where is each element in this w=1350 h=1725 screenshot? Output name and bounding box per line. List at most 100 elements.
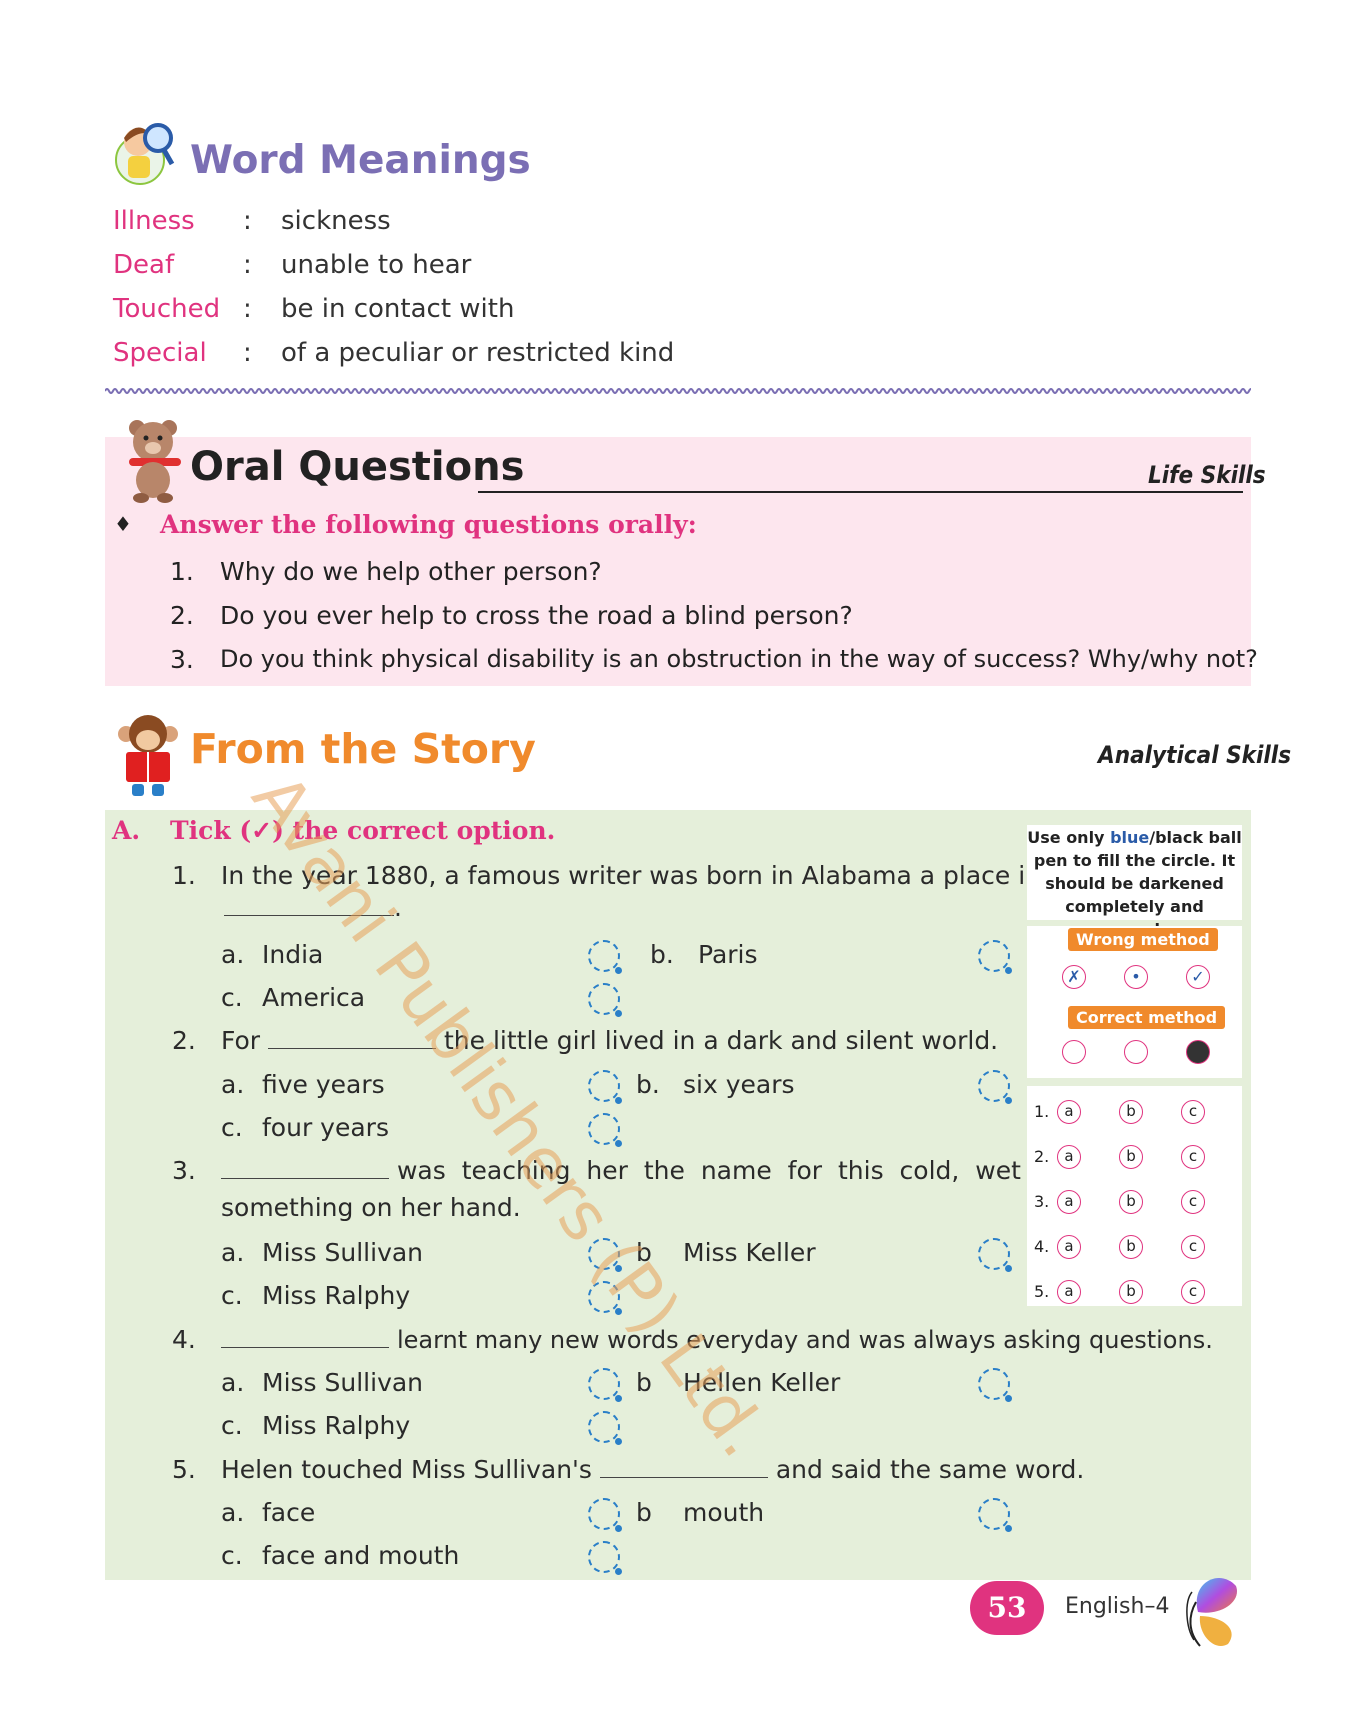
magnifier-kid-icon: [112, 112, 180, 188]
option-text: Miss Keller: [683, 1238, 816, 1267]
wavy-divider: [105, 388, 1251, 394]
word: Special: [113, 338, 207, 368]
answer-row-number: 4.: [1034, 1237, 1050, 1256]
option-label: b.: [650, 940, 674, 969]
analytical-skills-tag: Analytical Skills: [1098, 741, 1292, 769]
option-text: four years: [262, 1113, 389, 1142]
wrong-cross-mark: ✗: [1062, 965, 1086, 989]
question-text: Do you think physical disability is an o…: [220, 645, 1258, 673]
diamond-bullet-icon: ♦: [114, 512, 132, 536]
option-label: c.: [221, 983, 243, 1012]
note-blue-word: blue: [1110, 828, 1150, 847]
reading-monkey-icon: [112, 712, 184, 800]
answer-bubble[interactable]: a: [1057, 1190, 1081, 1214]
option-label: b: [636, 1498, 652, 1527]
wrong-method-label: Wrong method: [1068, 928, 1218, 951]
answer-bubble[interactable]: a: [1057, 1145, 1081, 1169]
correct-method-label: Correct method: [1068, 1006, 1226, 1029]
page-number: 53: [970, 1581, 1044, 1635]
word: Illness: [113, 206, 195, 236]
answer-bubble[interactable]: c: [1181, 1235, 1205, 1259]
option-text: Miss Sullivan: [262, 1368, 424, 1397]
section-instruction: Tick (✓) the correct option.: [170, 816, 556, 845]
answer-circle[interactable]: [588, 1368, 622, 1402]
option-label: a.: [221, 1238, 245, 1267]
option-label: a.: [221, 1368, 245, 1397]
oral-instruction: Answer the following questions orally:: [160, 510, 697, 539]
answer-circle[interactable]: [588, 940, 622, 974]
meaning: unable to hear: [281, 250, 472, 280]
question-text-start: For: [221, 1026, 261, 1055]
word: Deaf: [113, 250, 175, 280]
option-text: mouth: [683, 1498, 765, 1527]
option-text: six years: [683, 1070, 795, 1099]
answer-row-number: 2.: [1034, 1147, 1050, 1166]
option-text: five years: [262, 1070, 385, 1099]
answer-circle[interactable]: [978, 1070, 1012, 1104]
answer-circle[interactable]: [978, 1498, 1012, 1532]
answer-circle[interactable]: [588, 1113, 622, 1147]
teddy-bear-icon: [115, 414, 195, 504]
answer-circle[interactable]: [588, 1498, 622, 1532]
answer-row-number: 1.: [1034, 1102, 1050, 1121]
option-label: a.: [221, 940, 245, 969]
question-text-end: and said the same word.: [775, 1455, 1085, 1484]
question-text: Helen touched Miss Sullivan's and said t…: [221, 1455, 1084, 1484]
note-text: Use only: [1027, 828, 1111, 847]
instruction-note: Use only blue/black ball pen to fill the…: [1027, 826, 1242, 941]
filled-circle: [1186, 1040, 1210, 1064]
question-number: 2.: [170, 601, 194, 630]
answer-bubble[interactable]: b: [1119, 1190, 1143, 1214]
wrong-dot-mark: •: [1124, 965, 1148, 989]
answer-bubble[interactable]: b: [1119, 1145, 1143, 1169]
option-label: b.: [636, 1070, 660, 1099]
word: Touched: [113, 294, 221, 324]
answer-bubble[interactable]: c: [1181, 1145, 1205, 1169]
answer-circle[interactable]: [588, 1541, 622, 1575]
question-text: was teaching her the name for this cold,…: [221, 1156, 1021, 1185]
option-text: Miss Sullivan: [262, 1238, 424, 1267]
answer-bubble[interactable]: b: [1119, 1280, 1143, 1304]
answer-circle[interactable]: [588, 1411, 622, 1445]
answer-bubble[interactable]: c: [1181, 1100, 1205, 1124]
answer-blank: [599, 1455, 768, 1478]
answer-circle[interactable]: [978, 1238, 1012, 1272]
question-text-start: Helen touched Miss Sullivan's: [221, 1455, 592, 1484]
book-title: English–4: [1065, 1594, 1170, 1619]
option-label: a.: [221, 1498, 245, 1527]
answer-circle[interactable]: [588, 983, 622, 1017]
wrong-tick-mark: ✓: [1186, 965, 1210, 989]
colon: :: [243, 250, 252, 280]
answer-bubble[interactable]: b: [1119, 1100, 1143, 1124]
question-text-end: the little girl lived in a dark and sile…: [443, 1026, 999, 1055]
question-text-end: learnt many new words everyday and was a…: [396, 1326, 1213, 1354]
question-text: Why do we help other person?: [220, 557, 602, 586]
oral-questions-title: Oral Questions: [190, 444, 525, 490]
answer-row-number: 5.: [1034, 1282, 1050, 1301]
option-text: Miss Ralphy: [262, 1411, 411, 1440]
butterfly-icon: [1180, 1572, 1242, 1650]
answer-bubble[interactable]: a: [1057, 1280, 1081, 1304]
section-label: A.: [112, 816, 141, 845]
answer-circle[interactable]: [588, 1070, 622, 1104]
option-text: Paris: [698, 940, 758, 969]
answer-bubble[interactable]: a: [1057, 1235, 1081, 1259]
option-text: face: [262, 1498, 316, 1527]
answer-bubble[interactable]: c: [1181, 1190, 1205, 1214]
answer-bubble[interactable]: c: [1181, 1280, 1205, 1304]
meaning: of a peculiar or restricted kind: [281, 338, 675, 368]
empty-circle: [1124, 1040, 1148, 1064]
question-text: Do you ever help to cross the road a bli…: [220, 601, 853, 630]
question-text-line2: something on her hand.: [221, 1193, 521, 1222]
option-text: face and mouth: [262, 1541, 460, 1570]
answer-circle[interactable]: [978, 940, 1012, 974]
question-text: For the little girl lived in a dark and …: [221, 1026, 998, 1055]
question-number: 1.: [172, 861, 196, 890]
life-skills-tag: Life Skills: [1148, 461, 1266, 489]
answer-blank: [221, 1325, 389, 1348]
answer-bubble[interactable]: a: [1057, 1100, 1081, 1124]
question-number: 3.: [170, 645, 194, 674]
answer-circle[interactable]: [978, 1368, 1012, 1402]
answer-bubble[interactable]: b: [1119, 1235, 1143, 1259]
title-underline: [478, 491, 1243, 493]
